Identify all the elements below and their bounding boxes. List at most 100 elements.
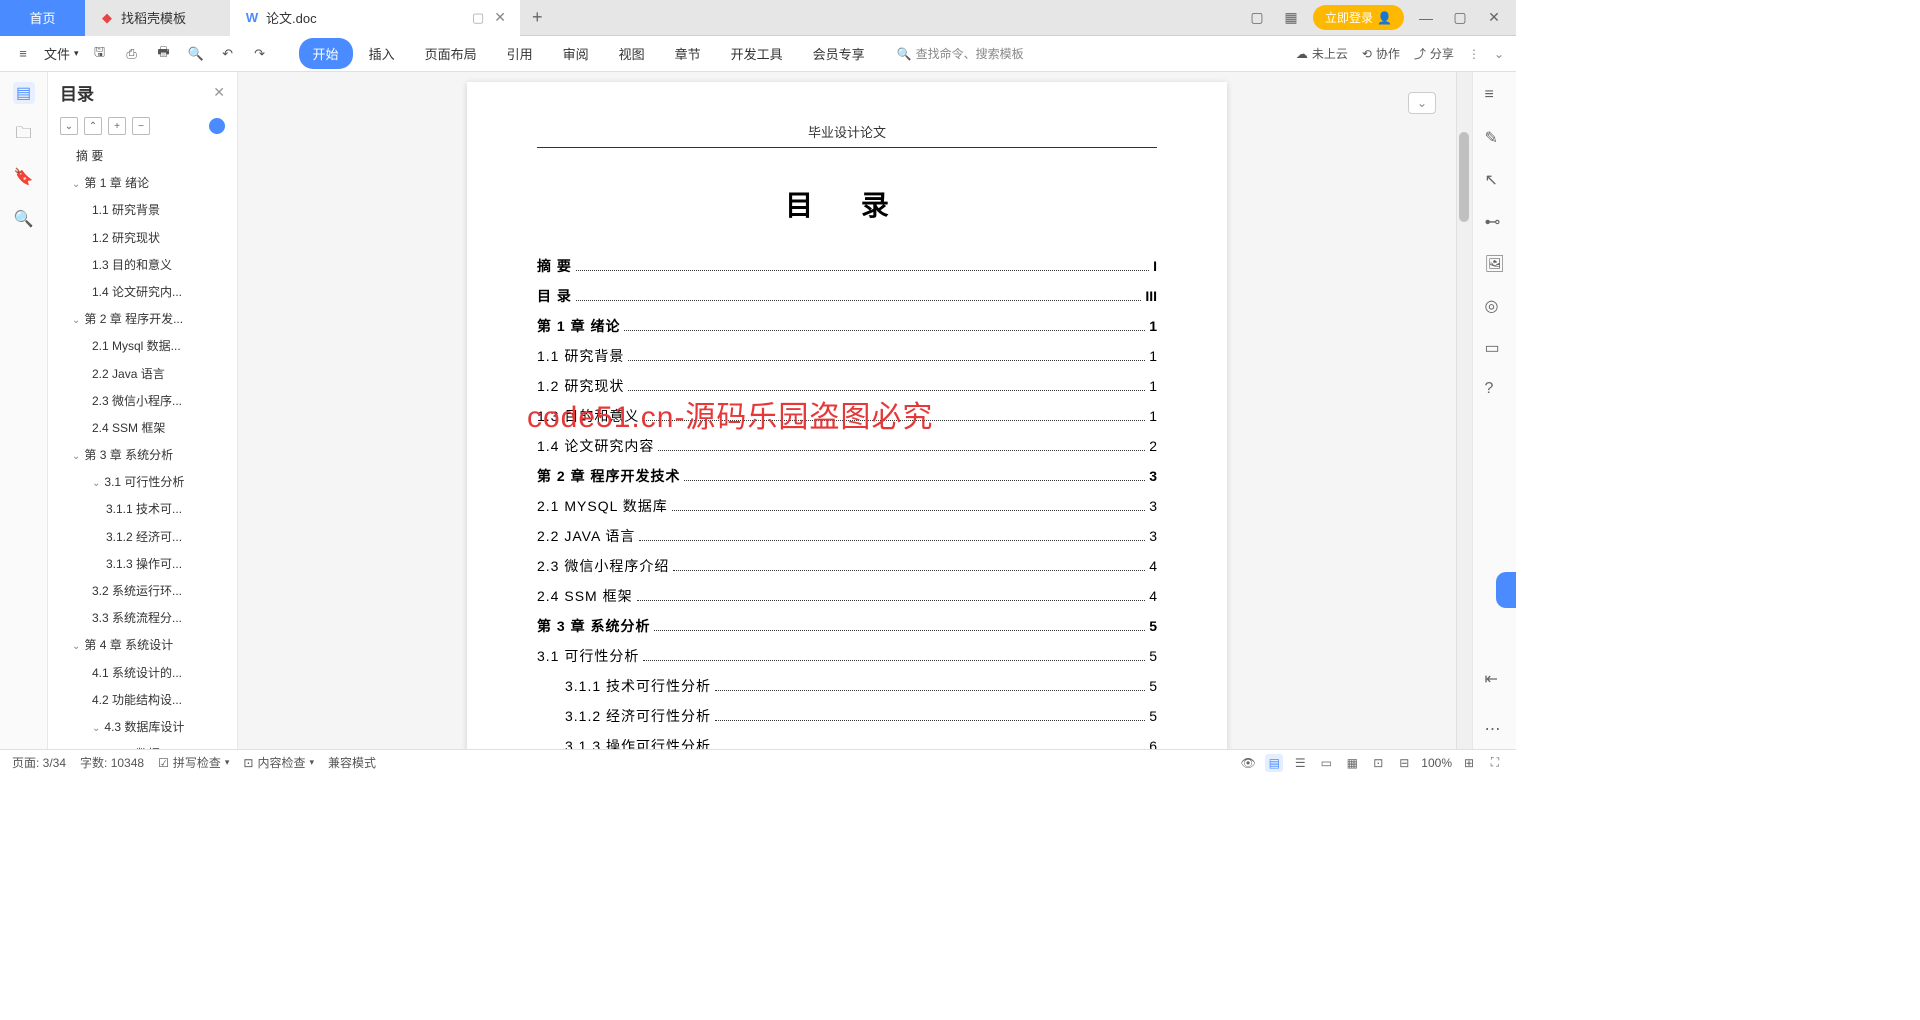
spell-check[interactable]: ☑拼写检查▾	[158, 754, 229, 771]
file-menu[interactable]: 文件▾	[44, 44, 79, 63]
page-options-icon[interactable]: ⌄	[1408, 92, 1436, 114]
outline-item[interactable]: 4.2 功能结构设...	[48, 687, 237, 714]
toc-line[interactable]: 1.2 研究现状1	[537, 376, 1157, 396]
outline-item[interactable]: 摘 要	[48, 143, 237, 170]
layout-icon[interactable]: ▢	[1245, 6, 1269, 30]
cloud-status[interactable]: ☁未上云	[1296, 45, 1348, 62]
login-button[interactable]: 立即登录 👤	[1313, 5, 1404, 30]
menu-tab-layout[interactable]: 页面布局	[411, 38, 491, 69]
save-icon[interactable]: 🖫	[89, 43, 111, 65]
fit-icon[interactable]: ⊡	[1369, 754, 1387, 772]
outline-item[interactable]: 3.3 系统流程分...	[48, 605, 237, 632]
toc-line[interactable]: 1.4 论文研究内容2	[537, 436, 1157, 456]
menu-tab-reference[interactable]: 引用	[493, 38, 547, 69]
window-close-icon[interactable]: ✕	[1482, 6, 1506, 30]
tab-window-icon[interactable]: ▢	[472, 10, 484, 26]
scroll-thumb[interactable]	[1459, 132, 1469, 222]
menu-tab-devtools[interactable]: 开发工具	[717, 38, 797, 69]
command-search[interactable]: 🔍 查找命令、搜索模板	[897, 45, 1024, 62]
page-indicator[interactable]: 页面: 3/34	[12, 754, 66, 771]
maximize-icon[interactable]: ▢	[1448, 6, 1472, 30]
outline-item[interactable]: 第 1 章 绪论	[48, 170, 237, 197]
outline-item[interactable]: 2.4 SSM 框架	[48, 415, 237, 442]
print-icon[interactable]: 🖶	[153, 43, 175, 65]
toc-line[interactable]: 3.1.2 经济可行性分析5	[537, 706, 1157, 726]
outline-item[interactable]: 3.1.2 经济可...	[48, 524, 237, 551]
panel-close-icon[interactable]: ✕	[213, 84, 225, 101]
zoom-level[interactable]: 100%	[1421, 756, 1452, 770]
outline-item[interactable]: 3.2 系统运行环...	[48, 578, 237, 605]
toc-line[interactable]: 第 2 章 程序开发技术3	[537, 466, 1157, 486]
toc-line[interactable]: 3.1 可行性分析5	[537, 646, 1157, 666]
eye-icon[interactable]: 👁	[1239, 754, 1257, 772]
outline-item[interactable]: 1.3 目的和意义	[48, 252, 237, 279]
outline-item[interactable]: 4.3.1 数据...	[48, 741, 237, 749]
search-rail-icon[interactable]: 🔍	[13, 208, 35, 230]
fullscreen-icon[interactable]: ⛶	[1486, 754, 1504, 772]
vertical-scrollbar[interactable]	[1456, 72, 1472, 749]
outline-item[interactable]: 1.2 研究现状	[48, 225, 237, 252]
outline-item[interactable]: 2.2 Java 语言	[48, 361, 237, 388]
hamburger-icon[interactable]: ≡	[12, 43, 34, 65]
settings-rail-icon[interactable]: ⊷	[1485, 212, 1505, 232]
outline-item[interactable]: 3.1.3 操作可...	[48, 551, 237, 578]
toc-line[interactable]: 3.1.3 操作可行性分析6	[537, 736, 1157, 749]
web-view-icon[interactable]: ▦	[1343, 754, 1361, 772]
target-rail-icon[interactable]: ◎	[1485, 296, 1505, 316]
page-view-icon[interactable]: ▤	[1265, 754, 1283, 772]
tab-home[interactable]: 首页	[0, 0, 85, 36]
minimize-icon[interactable]: —	[1414, 6, 1438, 30]
collapse-rail-icon[interactable]: ⇤	[1485, 669, 1505, 689]
toc-line[interactable]: 第 3 章 系统分析5	[537, 616, 1157, 636]
cursor-rail-icon[interactable]: ↖	[1485, 170, 1505, 190]
outline-item[interactable]: 第 3 章 系统分析	[48, 442, 237, 469]
outline-item[interactable]: 2.3 微信小程序...	[48, 388, 237, 415]
menu-tab-insert[interactable]: 插入	[355, 38, 409, 69]
outline-item[interactable]: 第 4 章 系统设计	[48, 632, 237, 659]
menu-tab-start[interactable]: 开始	[299, 38, 353, 69]
undo-icon[interactable]: ↶	[217, 43, 239, 65]
image-rail-icon[interactable]: 🖼	[1485, 254, 1505, 274]
toc-line[interactable]: 2.2 JAVA 语言3	[537, 526, 1157, 546]
toc-line[interactable]: 摘 要I	[537, 256, 1157, 276]
outline-item[interactable]: 1.1 研究背景	[48, 197, 237, 224]
menu-rail-icon[interactable]: ≡	[1485, 86, 1505, 106]
toc-line[interactable]: 2.3 微信小程序介绍4	[537, 556, 1157, 576]
close-icon[interactable]: ✕	[494, 9, 506, 26]
more-rail-icon[interactable]: ⋯	[1485, 719, 1505, 739]
outline-view-icon[interactable]: ☰	[1291, 754, 1309, 772]
add-item-icon[interactable]: +	[108, 117, 126, 135]
tab-template[interactable]: ◆ 找稻壳模板	[85, 0, 230, 36]
menu-tab-member[interactable]: 会员专享	[799, 38, 879, 69]
expand-all-icon[interactable]: ⌃	[84, 117, 102, 135]
device-rail-icon[interactable]: ▭	[1485, 338, 1505, 358]
toc-line[interactable]: 1.3 目的和意义1	[537, 406, 1157, 426]
toc-line[interactable]: 1.1 研究背景1	[537, 346, 1157, 366]
outline-item[interactable]: 2.1 Mysql 数据...	[48, 333, 237, 360]
outline-item[interactable]: 4.1 系统设计的...	[48, 660, 237, 687]
content-check[interactable]: ⊡内容检查▾	[243, 754, 314, 771]
help-rail-icon[interactable]: ?	[1485, 380, 1505, 400]
coop-button[interactable]: ⟲协作	[1362, 45, 1400, 62]
collapse-icon[interactable]: ⌄	[1494, 47, 1504, 61]
zoom-out-icon[interactable]: ⊟	[1395, 754, 1413, 772]
bookmark-rail-icon[interactable]: 🔖	[13, 166, 35, 188]
toc-line[interactable]: 2.1 MYSQL 数据库3	[537, 496, 1157, 516]
side-handle[interactable]	[1496, 572, 1516, 608]
redo-icon[interactable]: ↷	[249, 43, 271, 65]
menu-tab-review[interactable]: 审阅	[549, 38, 603, 69]
collapse-all-icon[interactable]: ⌄	[60, 117, 78, 135]
grid-icon[interactable]: ▦	[1279, 6, 1303, 30]
word-count[interactable]: 字数: 10348	[80, 754, 144, 771]
outline-item[interactable]: 第 2 章 程序开发...	[48, 306, 237, 333]
tab-document[interactable]: W 论文.doc ▢ ✕	[230, 0, 520, 36]
sync-indicator-icon[interactable]	[209, 118, 225, 134]
more-icon[interactable]: ⋮	[1468, 47, 1480, 61]
preview-icon[interactable]: 🔍	[185, 43, 207, 65]
toc-line[interactable]: 目 录III	[537, 286, 1157, 306]
share-button[interactable]: ⤴分享	[1414, 45, 1454, 62]
outline-list[interactable]: 摘 要第 1 章 绪论1.1 研究背景1.2 研究现状1.3 目的和意义1.4 …	[48, 143, 237, 749]
pen-rail-icon[interactable]: ✎	[1485, 128, 1505, 148]
read-view-icon[interactable]: ▭	[1317, 754, 1335, 772]
outline-rail-icon[interactable]: ▤	[13, 82, 35, 104]
